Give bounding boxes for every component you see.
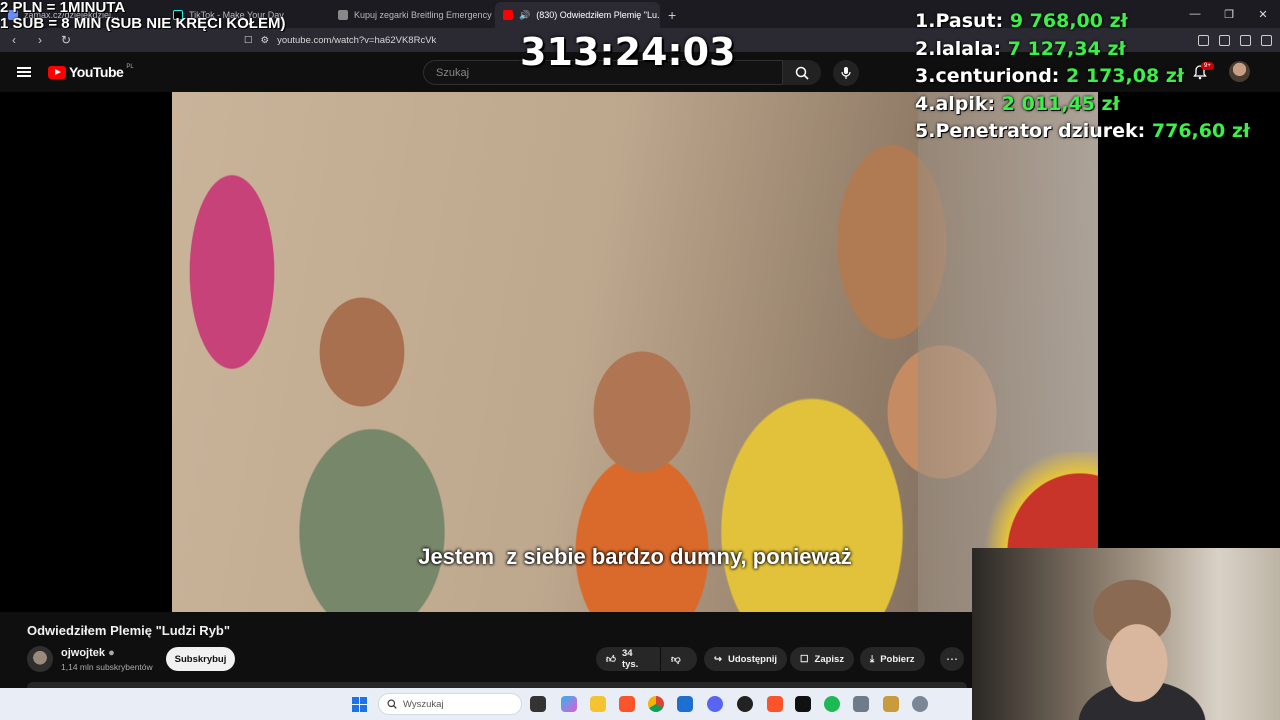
channel-avatar[interactable]: [27, 646, 53, 672]
donation-amount: 9 768,00 zł: [1009, 10, 1128, 32]
speaker-icon: 🔊: [519, 9, 531, 20]
search-icon: [795, 66, 809, 80]
youtube-favicon-icon: [503, 10, 513, 20]
reload-icon[interactable]: ↻: [58, 33, 74, 47]
share-button[interactable]: ↪ Udostępnij: [704, 647, 788, 671]
brave-active-icon[interactable]: [767, 696, 783, 712]
share-icon: ↪: [714, 653, 722, 665]
voice-search-button[interactable]: [833, 60, 859, 86]
leaderboard-row: 1.Pasut: 9 768,00 zł: [915, 8, 1250, 36]
donation-amount: 776,60 zł: [1151, 120, 1250, 142]
back-icon[interactable]: ‹: [6, 33, 22, 47]
donor-name: Pasut:: [935, 10, 1004, 32]
download-label: Pobierz: [880, 653, 915, 665]
channel-name-text: ojwojtek: [61, 647, 106, 659]
youtube-logo[interactable]: YouTube PL: [48, 64, 134, 80]
calculator-icon[interactable]: [853, 696, 869, 712]
donor-name: centuriond:: [935, 65, 1060, 87]
leaderboard-row: 4.alpik: 2 011,45 zł: [915, 91, 1250, 119]
more-actions-button[interactable]: ⋯: [940, 647, 964, 671]
thumbs-up-icon: 👍︎: [606, 654, 616, 665]
screen: zamax.cz/dziejekdziej... TikTok - Make Y…: [0, 0, 1280, 720]
video-info: Odwiedziłem Plemię "Ludzi Ryb" ojwojtek …: [0, 612, 972, 690]
obs-icon[interactable]: [737, 696, 753, 712]
url-text: youtube.com/watch?v=ha62VK8RcVk: [277, 34, 437, 46]
country-code: PL: [126, 64, 134, 70]
channel-subscriber-count: 1,14 mln subskrybentów: [61, 662, 153, 672]
video-subtitle: Jestem z siebie bardzo dumny, ponieważ: [418, 544, 852, 569]
youtube-logo-text: YouTube: [69, 64, 124, 80]
youtube-play-icon: [48, 65, 66, 79]
new-tab-button[interactable]: +: [660, 2, 684, 28]
subathon-timer: 313:24:03: [520, 30, 736, 74]
rule-line-2: 1 SUB = 8 MIN (SUB NIE KRĘCI KOŁEM): [0, 15, 286, 32]
donation-leaderboard: 1.Pasut: 9 768,00 zł 2.lalala: 7 127,34 …: [915, 8, 1250, 146]
site-favicon-icon: [338, 10, 348, 20]
rank: 1.: [915, 10, 936, 32]
download-button[interactable]: ⤓ Pobierz: [860, 647, 925, 671]
menu-icon[interactable]: [1261, 34, 1272, 46]
spotify-icon[interactable]: [824, 696, 840, 712]
donation-amount: 2 173,08 zł: [1066, 65, 1184, 87]
task-view-icon[interactable]: [530, 696, 546, 712]
donation-amount: 7 127,34 zł: [1007, 37, 1126, 60]
stream-rules-overlay: 2 PLN = 1MINUTA 1 SUB = 8 MIN (SUB NIE K…: [0, 0, 285, 32]
chrome-icon[interactable]: [648, 696, 664, 712]
rank: 4.: [915, 92, 936, 115]
search-placeholder: Szukaj: [436, 66, 470, 79]
leaderboard-row: 5.Penetrator dziurek: 776,60 zł: [915, 118, 1250, 146]
rank: 5.: [915, 120, 936, 142]
donor-name: lalala:: [935, 37, 1002, 60]
taskbar-search-input[interactable]: Wyszukaj: [378, 693, 522, 715]
brave-browser-icon[interactable]: [619, 696, 635, 712]
streamer-webcam: [972, 548, 1280, 720]
store-icon[interactable]: [677, 696, 693, 712]
bookmark-icon[interactable]: ☐: [244, 35, 253, 46]
donation-amount: 2 011,45 zł: [1001, 92, 1120, 115]
rule-line-1: 2 PLN = 1MINUTA: [0, 0, 126, 16]
verified-icon: ●: [108, 647, 115, 659]
league-icon[interactable]: [883, 696, 899, 712]
save-button[interactable]: ☐ Zapisz: [790, 647, 855, 671]
app-icon[interactable]: [795, 696, 811, 712]
rank: 3.: [915, 65, 936, 87]
like-button[interactable]: 👍︎ 34 tys.: [596, 647, 660, 671]
tab-label: Kupuj zegarki Breitling Emergency II: [354, 10, 495, 20]
taskbar-search-placeholder: Wyszukaj: [403, 698, 444, 710]
search-icon: [387, 699, 397, 709]
search-button[interactable]: [783, 60, 821, 85]
leaderboard-row: 2.lalala: 7 127,34 zł: [915, 36, 1250, 64]
share-label: Udostępnij: [727, 653, 778, 665]
windows-start-icon[interactable]: [352, 697, 367, 712]
forward-icon[interactable]: ›: [32, 33, 48, 47]
microphone-icon: [841, 67, 851, 79]
like-count: 34 tys.: [621, 648, 639, 670]
browser-tab-4[interactable]: 🔊 (830) Odwiedziłem Plemię "Lu... ✕: [495, 2, 660, 28]
close-window-button[interactable]: ✕: [1246, 0, 1280, 28]
channel-name[interactable]: ojwojtek ●: [61, 647, 115, 659]
tab-label: (830) Odwiedziłem Plemię "Lu...: [536, 10, 660, 20]
bookmark-save-icon: ☐: [800, 653, 809, 665]
settings-gear-icon[interactable]: [912, 696, 928, 712]
thumbs-down-icon: 👎︎: [671, 654, 681, 665]
rank: 2.: [915, 37, 936, 60]
donor-name: Penetrator dziurek:: [935, 120, 1146, 142]
hamburger-menu-icon[interactable]: [17, 67, 31, 77]
donor-name: alpik:: [935, 92, 996, 115]
dislike-button[interactable]: 👎︎: [661, 647, 697, 671]
video-title: Odwiedziłem Plemię "Ludzi Ryb": [27, 623, 231, 638]
save-label: Zapisz: [814, 653, 845, 665]
leaderboard-row: 3.centuriond: 2 173,08 zł: [915, 63, 1250, 91]
copilot-icon[interactable]: [561, 696, 577, 712]
file-explorer-icon[interactable]: [590, 696, 606, 712]
subscribe-button[interactable]: Subskrybuj: [166, 647, 235, 671]
download-icon: ⤓: [870, 653, 875, 665]
windows-taskbar: Wyszukaj: [0, 688, 972, 720]
browser-tab-3[interactable]: Kupuj zegarki Breitling Emergency II: [330, 2, 495, 28]
discord-icon[interactable]: [707, 696, 723, 712]
site-info-icon[interactable]: ⚙: [261, 35, 270, 46]
address-bar[interactable]: ☐ ⚙ youtube.com/watch?v=ha62VK8RcVk: [244, 35, 436, 46]
